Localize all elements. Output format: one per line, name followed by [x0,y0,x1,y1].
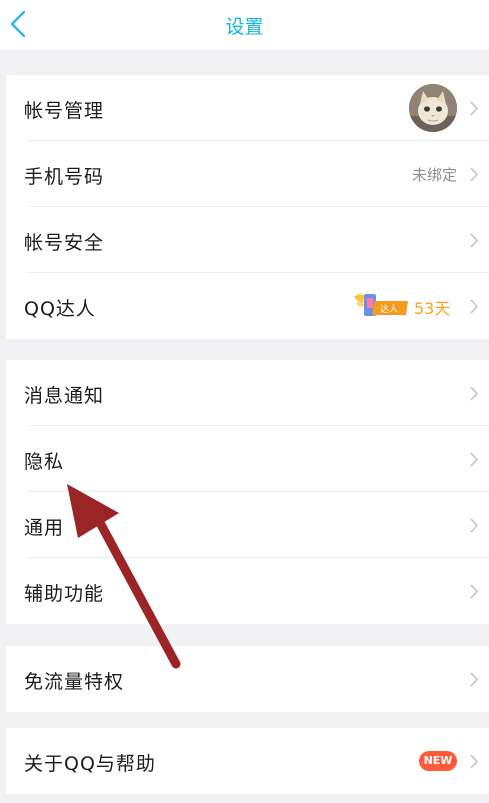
row-label: 关于QQ与帮助 [24,753,156,775]
chevron-right-icon [470,672,479,687]
chevron-right-icon [470,584,479,599]
about-group: 关于QQ与帮助 NEW [6,728,489,794]
row-label: 辅助功能 [24,583,105,605]
nav-bar: 设置 [0,0,489,50]
chevron-right-icon [470,101,479,116]
winged-talent-badge-icon: 达人 [354,294,408,316]
row-data-free-privilege[interactable]: 免流量特权 [6,646,489,712]
row-account-management[interactable]: 帐号管理 [6,75,489,141]
general-group: 消息通知 隐私 通用 辅助功能 [6,360,489,624]
row-about-help[interactable]: 关于QQ与帮助 NEW [6,728,489,794]
chevron-right-icon [470,233,479,248]
page-title: 设置 [225,16,264,38]
row-notifications[interactable]: 消息通知 [6,360,489,426]
chevron-right-icon [470,167,479,182]
chevron-right-icon [470,452,479,467]
row-account-security[interactable]: 帐号安全 [6,207,489,273]
chevron-right-icon [470,518,479,533]
row-label: 免流量特权 [24,671,125,693]
account-group: 帐号管理 手机号码 未绑定 帐号安全 QQ达人 达人 53天 [6,75,489,339]
chevron-right-icon [470,386,479,401]
chevron-right-icon [470,754,479,769]
row-accessibility[interactable]: 辅助功能 [6,558,489,624]
data-free-group: 免流量特权 [6,646,489,712]
row-privacy[interactable]: 隐私 [6,426,489,492]
talent-badge: 达人 53天 [352,291,457,321]
cat-avatar [409,84,457,132]
row-label: 手机号码 [24,166,105,188]
row-phone-number[interactable]: 手机号码 未绑定 [6,141,489,207]
row-label: 消息通知 [24,385,105,407]
svg-text:达人: 达人 [380,303,398,315]
row-label: 隐私 [24,451,65,473]
talent-days: 53天 [414,299,451,318]
phone-status-value: 未绑定 [411,166,457,184]
chevron-right-icon [470,299,479,314]
row-label: 帐号管理 [24,100,105,122]
new-badge: NEW [419,751,457,771]
row-label: 帐号安全 [24,232,105,254]
row-label: QQ达人 [24,298,96,320]
row-label: 通用 [24,517,65,539]
row-general[interactable]: 通用 [6,492,489,558]
row-qq-talent[interactable]: QQ达人 达人 53天 [6,273,489,339]
